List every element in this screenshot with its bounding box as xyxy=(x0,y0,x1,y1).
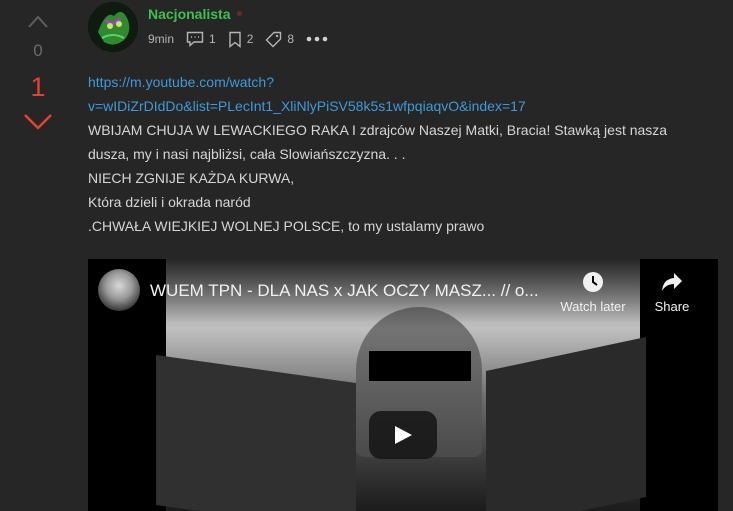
thumbnail-building-left xyxy=(156,354,356,511)
post-meta: 9min 1 2 8 xyxy=(148,30,345,48)
saves-count: 2 xyxy=(246,32,254,46)
post-line-1: WBIJAM CHUJA W LEWACKIEGO RAKA I zdrajcó… xyxy=(88,122,668,138)
tag-icon xyxy=(265,31,282,47)
play-icon xyxy=(395,426,412,444)
post-line-2: dusza, my i nasi najbliżsi, cała Slowiań… xyxy=(88,146,406,162)
comments-button[interactable]: 1 xyxy=(186,31,216,47)
username[interactable]: Nacjonalista xyxy=(148,6,230,22)
link-line-1: https://m.youtube.com/watch? xyxy=(88,74,274,90)
censor-box xyxy=(369,351,471,381)
thumbnail-building-right xyxy=(486,336,646,511)
watch-later-button[interactable]: Watch later xyxy=(549,271,637,314)
post-body: https://m.youtube.com/watch? v=wIDiZrDId… xyxy=(88,70,728,238)
downvote-chevron-down-icon[interactable] xyxy=(22,110,54,132)
tags-button[interactable]: 8 xyxy=(265,31,294,48)
post-line-3: NIECH ZGNIJE KAŻDA KURWA, xyxy=(88,170,295,186)
youtube-link[interactable]: https://m.youtube.com/watch? v=wIDiZrDId… xyxy=(88,70,728,118)
share-icon xyxy=(662,273,682,291)
save-button[interactable]: 2 xyxy=(228,31,254,48)
neutral-score: 0 xyxy=(33,41,43,60)
watch-later-label: Watch later xyxy=(560,299,626,314)
status-dot xyxy=(237,11,242,16)
video-embed[interactable]: WUEM TPN - DLA NAS x JAK OCZY MASZ... //… xyxy=(88,259,718,511)
play-button[interactable] xyxy=(369,411,437,459)
video-title[interactable]: WUEM TPN - DLA NAS x JAK OCZY MASZ... //… xyxy=(150,281,550,301)
share-button[interactable]: Share xyxy=(644,271,700,314)
channel-avatar[interactable] xyxy=(98,269,140,311)
more-icon xyxy=(306,36,328,42)
post-time[interactable]: 9min xyxy=(148,32,174,46)
user-avatar[interactable] xyxy=(88,2,138,52)
comments-count: 1 xyxy=(209,32,216,46)
tags-count: 8 xyxy=(287,32,295,46)
vote-column: 0 1 xyxy=(0,0,76,511)
post-line-4: Która dzieli i okrada naród xyxy=(88,194,251,210)
share-label: Share xyxy=(654,299,690,314)
clock-icon xyxy=(583,272,603,292)
bookmark-icon xyxy=(229,31,241,48)
post-time-label: 9min xyxy=(148,32,175,46)
upvote-chevron-up-icon[interactable] xyxy=(27,14,49,30)
comment-icon xyxy=(186,31,204,47)
more-options-button[interactable] xyxy=(306,36,333,42)
post-line-5: .CHWAŁA WIEJKIEJ WOLNEJ POLSCE, to my us… xyxy=(88,218,485,234)
link-line-2: v=wIDiZrDIdDo&list=PLecInt1_XliNlyPiSV58… xyxy=(88,98,526,114)
user-vote-score: 1 xyxy=(30,72,46,102)
